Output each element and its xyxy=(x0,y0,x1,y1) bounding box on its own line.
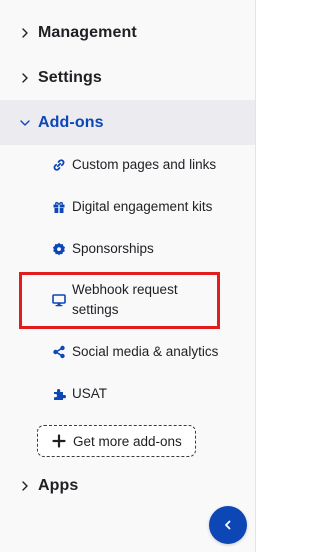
chevron-down-icon xyxy=(20,119,30,126)
gift-icon xyxy=(52,200,66,214)
link-icon xyxy=(52,158,66,172)
addon-item-label-line1: Webhook request xyxy=(72,282,178,297)
puzzle-icon xyxy=(52,387,66,401)
sidebar-section-settings[interactable]: Settings xyxy=(0,55,255,100)
addon-item-label: Sponsorships xyxy=(72,241,154,256)
addon-item-social-media-analytics[interactable]: Social media & analytics xyxy=(0,342,255,362)
badge-icon xyxy=(52,242,66,256)
sidebar-section-apps[interactable]: Apps xyxy=(0,463,255,508)
addon-item-webhook-request-settings[interactable]: Webhook request settings xyxy=(0,280,255,320)
chevron-left-icon xyxy=(225,520,231,530)
addon-item-usat[interactable]: USAT xyxy=(0,384,255,404)
chevron-right-icon xyxy=(22,27,28,38)
get-more-addons-label: Get more add-ons xyxy=(73,434,182,449)
sidebar-section-management[interactable]: Management xyxy=(0,10,255,55)
sidebar-section-addons[interactable]: Add-ons xyxy=(0,100,255,145)
addon-item-sponsorships[interactable]: Sponsorships xyxy=(0,239,255,259)
chevron-right-icon xyxy=(22,480,28,491)
addon-item-label: Custom pages and links xyxy=(72,157,217,172)
get-more-addons-button[interactable]: Get more add-ons xyxy=(37,425,196,457)
share-icon xyxy=(52,345,66,359)
sidebar-divider xyxy=(255,0,256,552)
plus-icon xyxy=(52,434,66,448)
addon-item-label: Social media & analytics xyxy=(72,344,219,359)
monitor-icon xyxy=(52,293,66,307)
addon-item-label: Digital engagement kits xyxy=(72,199,213,214)
sidebar-section-label: Apps xyxy=(38,476,79,494)
addon-item-label: USAT xyxy=(72,386,108,401)
chevron-right-icon xyxy=(22,72,28,83)
collapse-sidebar-button[interactable] xyxy=(209,506,247,544)
addon-item-label-line2: settings xyxy=(72,302,119,317)
sidebar-section-label: Add-ons xyxy=(38,113,104,131)
addon-item-custom-pages[interactable]: Custom pages and links xyxy=(0,155,255,175)
sidebar: Management Settings Add-ons Custom pages… xyxy=(0,0,255,552)
addon-item-digital-engagement-kits[interactable]: Digital engagement kits xyxy=(0,197,255,217)
sidebar-section-label: Settings xyxy=(38,68,102,86)
sidebar-section-label: Management xyxy=(38,23,137,41)
